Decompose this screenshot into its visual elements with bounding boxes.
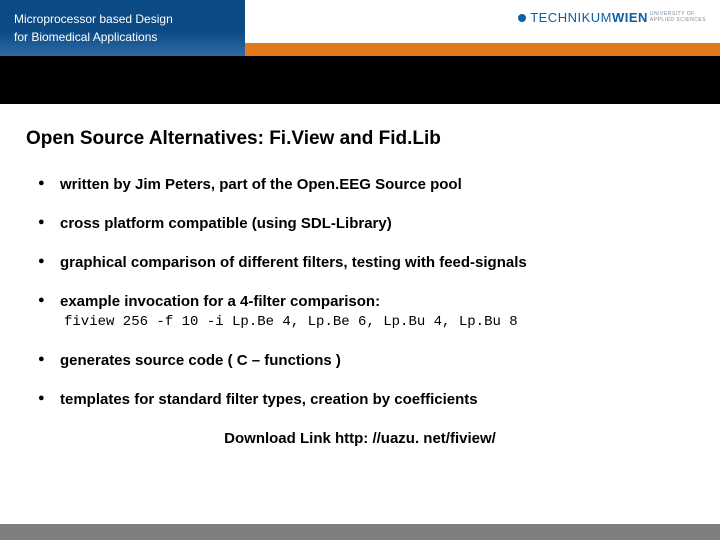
institution-logo: TECHNIKUMWIEN UNIVERSITY OF APPLIED SCIE… — [518, 10, 706, 25]
bullet-list: written by Jim Peters, part of the Open.… — [26, 176, 694, 408]
course-title-line2: for Biomedical Applications — [14, 28, 231, 46]
slide-header: Microprocessor based Design for Biomedic… — [0, 0, 720, 56]
footer-bar — [0, 524, 720, 540]
logo-sub-line2: APPLIED SCIENCES — [650, 18, 706, 24]
bullet-text: graphical comparison of different filter… — [60, 254, 527, 271]
header-orange-bar — [245, 43, 720, 56]
list-item: cross platform compatible (using SDL-Lib… — [60, 215, 694, 232]
slide-title: Open Source Alternatives: Fi.View and Fi… — [26, 128, 694, 150]
slide-content: Open Source Alternatives: Fi.View and Fi… — [0, 104, 720, 520]
list-item: generates source code ( C – functions ) — [60, 352, 694, 369]
bullet-text: example invocation for a 4-filter compar… — [60, 293, 380, 310]
list-item: written by Jim Peters, part of the Open.… — [60, 176, 694, 193]
slide: Microprocessor based Design for Biomedic… — [0, 0, 720, 540]
list-item: templates for standard filter types, cre… — [60, 391, 694, 408]
header-black-band — [0, 56, 720, 104]
bullet-code: fiview 256 -f 10 -i Lp.Be 4, Lp.Be 6, Lp… — [64, 314, 694, 330]
download-link-text: Download Link http: //uazu. net/fiview/ — [26, 430, 694, 447]
logo-dot-icon — [518, 14, 526, 22]
course-title-line1: Microprocessor based Design — [14, 10, 231, 28]
bullet-text: written by Jim Peters, part of the Open.… — [60, 176, 462, 193]
logo-text: TECHNIKUMWIEN — [530, 10, 648, 25]
logo-bold: WIEN — [612, 10, 648, 25]
bullet-text: templates for standard filter types, cre… — [60, 391, 478, 408]
logo-main: TECHNIKUM — [530, 10, 612, 25]
header-course-box: Microprocessor based Design for Biomedic… — [0, 0, 245, 56]
logo-subtitle: UNIVERSITY OF APPLIED SCIENCES — [650, 12, 706, 23]
list-item: example invocation for a 4-filter compar… — [60, 293, 694, 330]
bullet-text: cross platform compatible (using SDL-Lib… — [60, 215, 392, 232]
bullet-text: generates source code ( C – functions ) — [60, 352, 341, 369]
list-item: graphical comparison of different filter… — [60, 254, 694, 271]
